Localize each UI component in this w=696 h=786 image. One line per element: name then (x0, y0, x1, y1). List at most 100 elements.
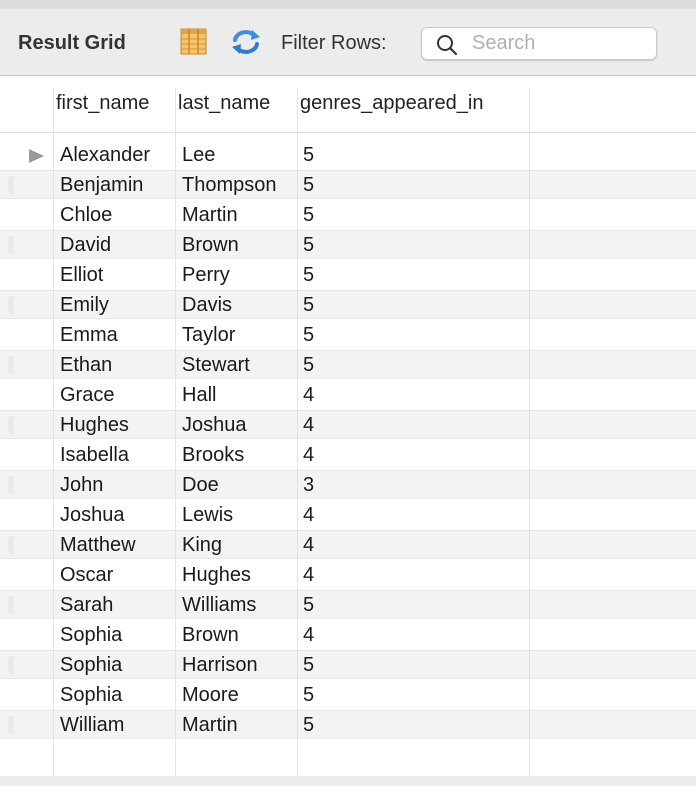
row-selector[interactable] (8, 176, 14, 194)
row-selector[interactable] (8, 296, 14, 314)
cell-genres-appeared-in[interactable]: 5 (303, 174, 314, 197)
cell-genres-appeared-in[interactable]: 5 (303, 714, 314, 737)
row-selector[interactable] (8, 236, 14, 254)
cell-last-name[interactable]: Taylor (182, 324, 235, 347)
cell-genres-appeared-in[interactable]: 5 (303, 354, 314, 377)
cell-first-name[interactable]: Emily (60, 294, 109, 317)
cell-last-name[interactable]: Lee (182, 144, 215, 167)
cell-genres-appeared-in[interactable]: 5 (303, 684, 314, 707)
table-row[interactable]: Isabella Brooks 4 (0, 440, 696, 470)
table-row[interactable]: David Brown 5 (0, 230, 696, 260)
table-row[interactable]: Matthew King 4 (0, 530, 696, 560)
cell-first-name[interactable]: Elliot (60, 264, 103, 287)
cell-last-name[interactable]: Brown (182, 234, 239, 257)
row-selector[interactable] (8, 656, 14, 674)
cell-genres-appeared-in[interactable]: 4 (303, 564, 314, 587)
grid-columns-icon[interactable] (180, 28, 207, 55)
cell-last-name[interactable]: King (182, 534, 222, 557)
cell-last-name[interactable]: Davis (182, 294, 232, 317)
table-row[interactable]: Hughes Joshua 4 (0, 410, 696, 440)
cell-genres-appeared-in[interactable]: 4 (303, 384, 314, 407)
table-row[interactable]: Elliot Perry 5 (0, 260, 696, 290)
cell-first-name[interactable]: Sophia (60, 624, 122, 647)
cell-first-name[interactable]: Sophia (60, 654, 122, 677)
cell-genres-appeared-in[interactable]: 3 (303, 474, 314, 497)
cell-genres-appeared-in[interactable]: 4 (303, 414, 314, 437)
cell-last-name[interactable]: Brooks (182, 444, 244, 467)
table-row[interactable]: Alexander Lee 5 (0, 140, 696, 170)
cell-first-name[interactable]: Ethan (60, 354, 112, 377)
table-row[interactable]: William Martin 5 (0, 710, 696, 740)
row-selector[interactable] (8, 356, 14, 374)
filter-rows-label: Filter Rows: (281, 32, 387, 54)
cell-last-name[interactable]: Perry (182, 264, 230, 287)
cell-last-name[interactable]: Martin (182, 204, 238, 227)
table-row[interactable]: John Doe 3 (0, 470, 696, 500)
table-row[interactable]: Sophia Moore 5 (0, 680, 696, 710)
cell-last-name[interactable]: Joshua (182, 414, 247, 437)
filter-search-box[interactable] (421, 27, 657, 60)
table-row[interactable]: Oscar Hughes 4 (0, 560, 696, 590)
row-selector[interactable] (8, 596, 14, 614)
cell-genres-appeared-in[interactable]: 5 (303, 654, 314, 677)
table-row[interactable]: Benjamin Thompson 5 (0, 170, 696, 200)
row-stripe (0, 470, 696, 499)
row-selector[interactable] (8, 476, 14, 494)
cell-first-name[interactable]: Sarah (60, 594, 113, 617)
table-row[interactable]: Sophia Brown 4 (0, 620, 696, 650)
cell-first-name[interactable]: Sophia (60, 684, 122, 707)
table-row[interactable]: Ethan Stewart 5 (0, 350, 696, 380)
cell-first-name[interactable]: Benjamin (60, 174, 143, 197)
cell-last-name[interactable]: Thompson (182, 174, 277, 197)
cell-last-name[interactable]: Moore (182, 684, 239, 707)
table-row[interactable]: Sophia Harrison 5 (0, 650, 696, 680)
cell-first-name[interactable]: John (60, 474, 103, 497)
cell-last-name[interactable]: Martin (182, 714, 238, 737)
cell-genres-appeared-in[interactable]: 4 (303, 624, 314, 647)
row-selector[interactable] (8, 416, 14, 434)
cell-last-name[interactable]: Hall (182, 384, 216, 407)
cell-genres-appeared-in[interactable]: 5 (303, 324, 314, 347)
cell-genres-appeared-in[interactable]: 5 (303, 144, 314, 167)
cell-genres-appeared-in[interactable]: 4 (303, 534, 314, 557)
cell-first-name[interactable]: Emma (60, 324, 118, 347)
table-row[interactable]: Emily Davis 5 (0, 290, 696, 320)
cell-genres-appeared-in[interactable]: 5 (303, 294, 314, 317)
window-top-strip (0, 0, 696, 9)
cell-last-name[interactable]: Doe (182, 474, 219, 497)
cell-last-name[interactable]: Hughes (182, 564, 251, 587)
cell-first-name[interactable]: Chloe (60, 204, 112, 227)
cell-genres-appeared-in[interactable]: 5 (303, 264, 314, 287)
table-row[interactable]: Grace Hall 4 (0, 380, 696, 410)
cell-last-name[interactable]: Lewis (182, 504, 233, 527)
cell-last-name[interactable]: Brown (182, 624, 239, 647)
cell-first-name[interactable]: Isabella (60, 444, 129, 467)
cell-first-name[interactable]: Hughes (60, 414, 129, 437)
column-header-last-name[interactable]: last_name (178, 92, 270, 115)
cell-last-name[interactable]: Stewart (182, 354, 250, 377)
filter-search-input[interactable] (472, 31, 652, 56)
cell-first-name[interactable]: Joshua (60, 504, 125, 527)
table-row[interactable]: Emma Taylor 5 (0, 320, 696, 350)
cell-first-name[interactable]: Oscar (60, 564, 113, 587)
cell-last-name[interactable]: Harrison (182, 654, 258, 677)
cell-genres-appeared-in[interactable]: 5 (303, 594, 314, 617)
cell-genres-appeared-in[interactable]: 5 (303, 234, 314, 257)
cell-first-name[interactable]: Grace (60, 384, 114, 407)
table-row[interactable]: Chloe Martin 5 (0, 200, 696, 230)
cell-genres-appeared-in[interactable]: 4 (303, 444, 314, 467)
refresh-icon[interactable] (230, 27, 262, 57)
column-header-genres-appeared-in[interactable]: genres_appeared_in (300, 92, 484, 115)
cell-first-name[interactable]: Matthew (60, 534, 136, 557)
row-selector[interactable] (8, 716, 14, 734)
cell-first-name[interactable]: David (60, 234, 111, 257)
cell-first-name[interactable]: Alexander (60, 144, 150, 167)
table-row[interactable]: Sarah Williams 5 (0, 590, 696, 620)
table-row[interactable]: Joshua Lewis 4 (0, 500, 696, 530)
cell-last-name[interactable]: Williams (182, 594, 256, 617)
cell-genres-appeared-in[interactable]: 4 (303, 504, 314, 527)
cell-genres-appeared-in[interactable]: 5 (303, 204, 314, 227)
column-header-first-name[interactable]: first_name (56, 92, 149, 115)
cell-first-name[interactable]: William (60, 714, 124, 737)
row-selector[interactable] (8, 536, 14, 554)
